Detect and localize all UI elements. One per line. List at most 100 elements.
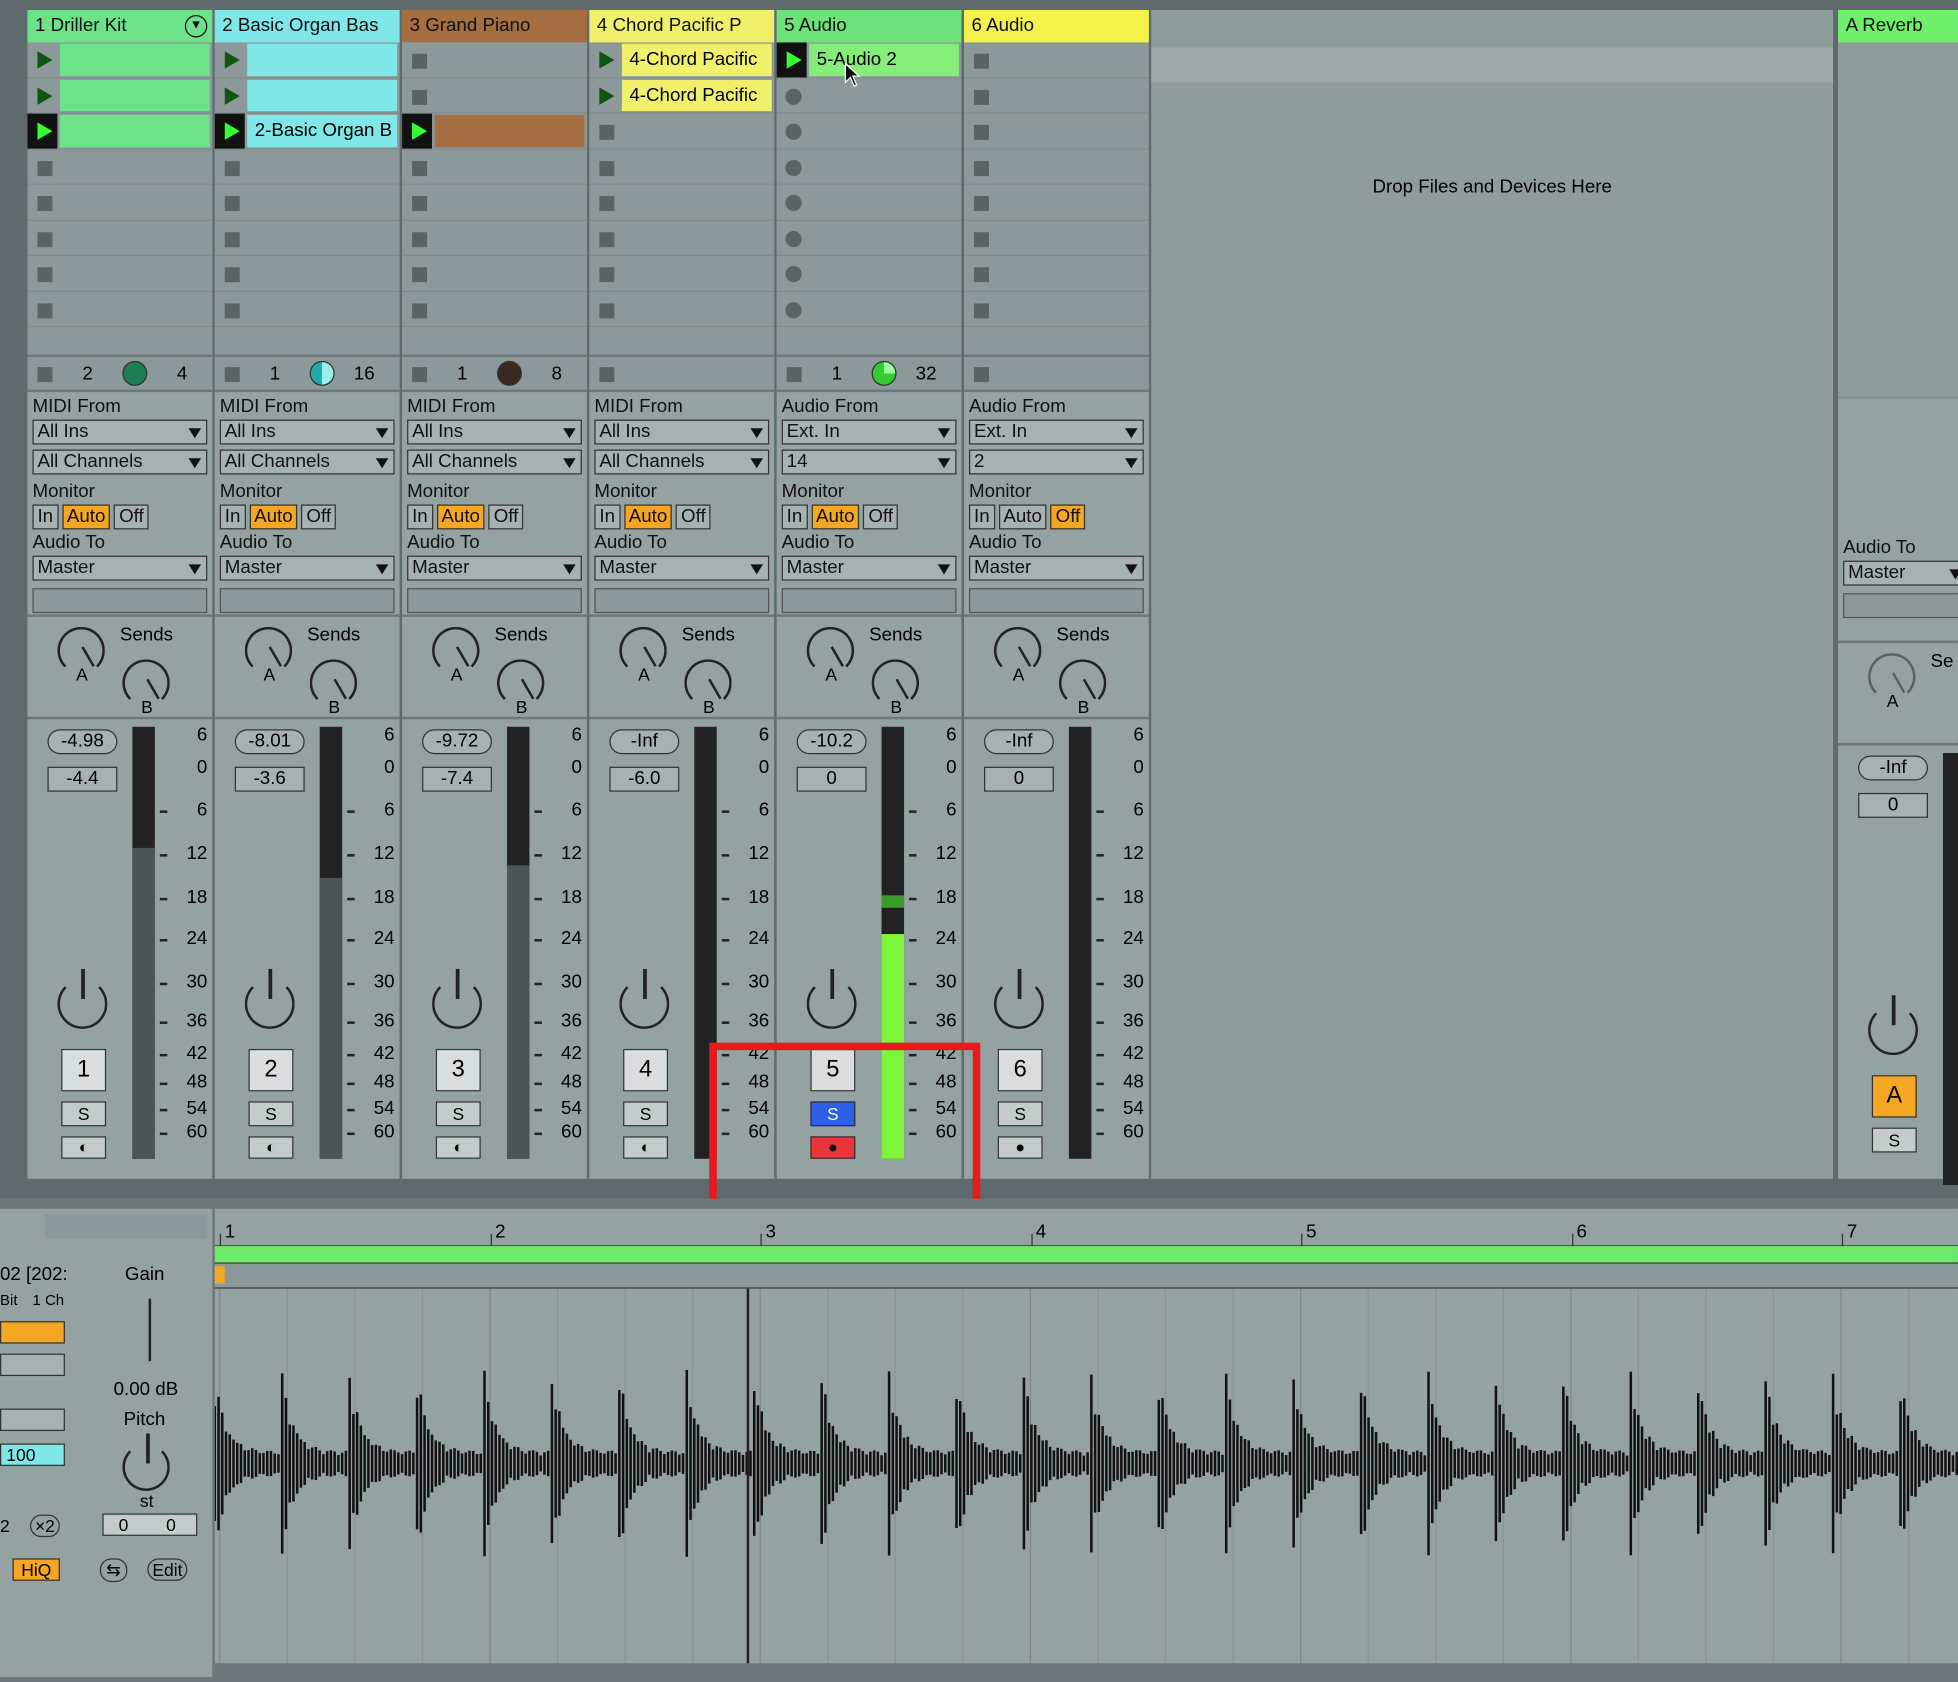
clip-loop-bar[interactable] [214,1246,1958,1264]
pan-knob[interactable] [244,968,295,1029]
chevron-down-icon[interactable]: ▼ [184,14,208,38]
stop-icon[interactable] [224,231,240,247]
drop-area[interactable]: Drop Files and Devices Here [1151,9,1834,1179]
monitor-in-button[interactable]: In [407,504,433,530]
volume-readout[interactable]: -Inf [609,729,680,755]
stop-icon[interactable] [412,231,428,247]
hiq-button[interactable]: HiQ [12,1558,61,1581]
record-slot-icon[interactable] [785,88,802,105]
arm-button[interactable]: ◐ [248,1136,294,1159]
stop-icon[interactable] [599,124,615,140]
stop-icon[interactable] [412,196,428,212]
clip-slot[interactable] [589,255,775,292]
solo-button[interactable]: S [1871,1127,1917,1153]
stop-icon[interactable] [412,302,428,318]
output-select[interactable]: Master [407,555,582,581]
stop-clips-icon[interactable] [599,367,615,383]
volume-field[interactable]: 0 [983,766,1054,792]
volume-readout[interactable]: -10.2 [796,729,867,755]
clip-slot[interactable] [214,42,400,79]
clip-slot[interactable] [27,220,213,256]
clip-slot[interactable] [776,220,962,256]
clip-slot[interactable] [27,291,213,328]
output-sub-select[interactable] [781,588,957,614]
panel-toggle[interactable] [44,1213,208,1239]
pan-knob[interactable] [57,968,108,1029]
channel-select[interactable]: All Channels [219,449,395,475]
track-title[interactable]: 2 Basic Organ Bas [214,9,400,43]
channel-select[interactable]: All Channels [32,449,208,475]
volume-readout[interactable]: -9.72 [422,729,492,755]
volume-field[interactable]: -4.4 [47,766,118,792]
solo-button[interactable]: S [435,1101,481,1127]
stop-icon[interactable] [37,267,53,283]
clip-slot[interactable] [402,78,587,114]
play-icon[interactable] [27,113,58,148]
monitor-off-button[interactable]: Off [114,504,149,530]
monitor-in-button[interactable]: In [968,504,995,530]
play-icon[interactable] [27,78,57,112]
monitor-off-button[interactable]: Off [1050,504,1086,530]
solo-button[interactable]: S [997,1101,1043,1127]
channel-select[interactable]: 2 [968,449,1144,475]
stop-icon[interactable] [599,231,615,247]
clip[interactable] [59,79,210,112]
clip-slot[interactable] [27,78,213,114]
output-sub-select[interactable] [219,588,395,614]
stop-icon[interactable] [37,196,53,212]
clip-slot[interactable]: 2-Basic Organ B [214,113,400,150]
clip-slot[interactable] [589,184,775,221]
clip-slot[interactable] [214,255,400,292]
clip-slot[interactable] [776,291,962,328]
stop-icon[interactable] [973,53,989,69]
play-icon[interactable] [776,42,807,77]
waveform-display[interactable] [214,1288,1958,1664]
clip[interactable] [59,43,210,76]
volume-readout[interactable]: -Inf [983,729,1054,755]
output-select[interactable]: Master [32,555,208,581]
detune-fields[interactable]: 00 [102,1513,198,1536]
edit-button[interactable]: Edit [147,1558,188,1581]
input-select[interactable]: Ext. In [968,419,1144,445]
monitor-off-button[interactable]: Off [488,504,524,530]
stop-clips-icon[interactable] [786,367,802,383]
track-title[interactable]: 6 Audio [963,9,1149,43]
clip-slot[interactable] [214,78,400,114]
warp-mode-select[interactable] [0,1353,65,1377]
monitor-auto-button[interactable]: Auto [436,504,485,530]
stop-icon[interactable] [973,302,989,318]
volume-readout[interactable]: -8.01 [234,729,305,755]
track-activator-button[interactable]: 6 [997,1048,1043,1092]
output-select[interactable]: Master [594,555,770,581]
clip-slot[interactable] [589,149,775,185]
clip-slot[interactable] [589,113,775,150]
output-select[interactable]: Master [1843,560,1958,586]
solo-button[interactable]: S [623,1101,669,1127]
stop-icon[interactable] [973,89,989,105]
clip-slot[interactable] [963,220,1149,256]
clip-slot[interactable] [963,78,1149,114]
channel-select[interactable]: All Channels [407,449,582,475]
output-sub-select[interactable] [594,588,770,614]
stop-icon[interactable] [599,267,615,283]
stop-icon[interactable] [599,196,615,212]
volume-field[interactable]: 0 [1858,792,1928,818]
loop-icon[interactable]: ⇆ [99,1558,128,1583]
volume-field[interactable]: -7.4 [422,766,492,792]
clip-slot[interactable] [963,184,1149,221]
arm-button[interactable]: ◐ [435,1136,481,1159]
track-title[interactable]: 4 Chord Pacific P [589,9,775,43]
clip-slot[interactable] [776,149,962,185]
stop-icon[interactable] [973,160,989,176]
clip-slot[interactable] [214,184,400,221]
stop-icon[interactable] [224,267,240,283]
output-select[interactable]: Master [968,555,1144,581]
stop-icon[interactable] [599,160,615,176]
stop-icon[interactable] [412,160,428,176]
stop-icon[interactable] [37,160,53,176]
monitor-auto-button[interactable]: Auto [998,504,1047,530]
arm-button[interactable]: ◐ [61,1136,107,1159]
record-slot-icon[interactable] [785,159,802,176]
solo-button[interactable]: S [248,1101,294,1127]
clip-slot[interactable] [214,220,400,256]
